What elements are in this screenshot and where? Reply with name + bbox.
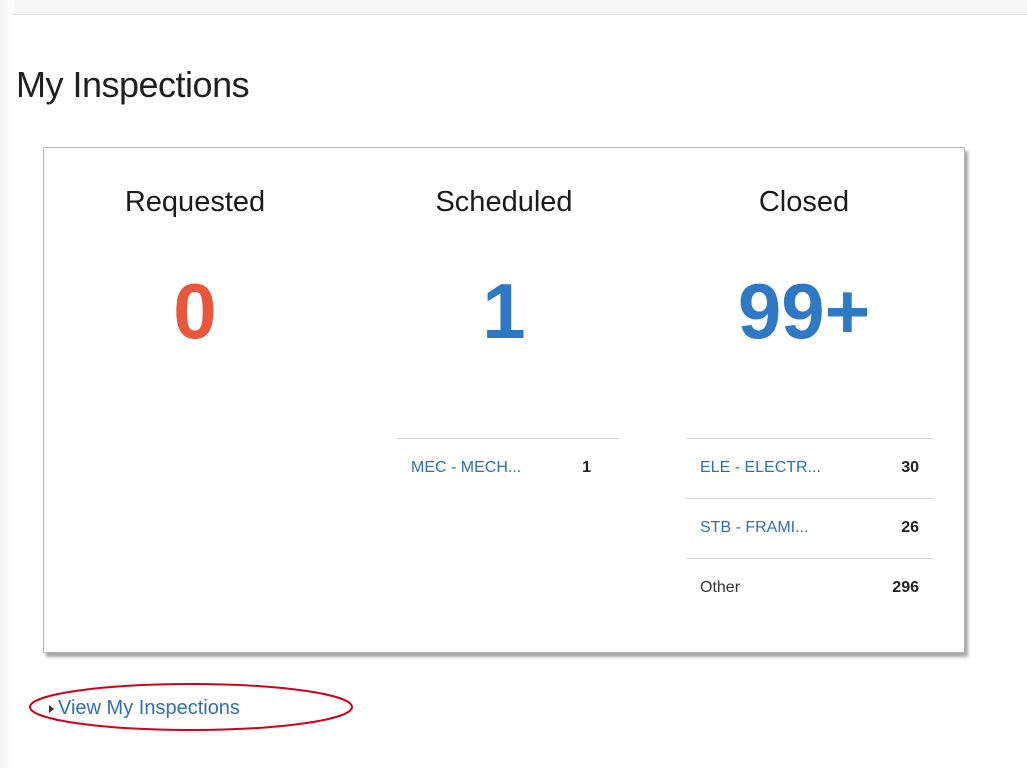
requested-column: Requested 0 bbox=[84, 148, 306, 648]
scheduled-breakdown-list: MEC - MECH... 1 bbox=[397, 438, 619, 499]
scheduled-heading: Scheduled bbox=[435, 186, 573, 218]
list-item: STB - FRAMI... 26 bbox=[686, 499, 933, 559]
list-item: ELE - ELECTR... 30 bbox=[686, 439, 933, 499]
requested-count[interactable]: 0 bbox=[84, 272, 306, 350]
closed-breakdown-list: ELE - ELECTR... 30 STB - FRAMI... 26 Oth… bbox=[686, 438, 933, 619]
scheduled-count[interactable]: 1 bbox=[389, 272, 619, 350]
caret-right-icon bbox=[49, 704, 54, 713]
closed-row-count: 26 bbox=[901, 519, 919, 536]
closed-heading: Closed bbox=[758, 186, 850, 218]
closed-row-label[interactable]: STB - FRAMI... bbox=[700, 519, 808, 537]
scheduled-row-count: 1 bbox=[582, 459, 591, 476]
view-my-inspections-link[interactable]: View My Inspections bbox=[49, 697, 240, 720]
inspections-summary-card: Requested 0 Scheduled 1 MEC - MECH... 1 … bbox=[43, 147, 965, 653]
scheduled-row-label[interactable]: MEC - MECH... bbox=[411, 459, 521, 477]
list-item: MEC - MECH... 1 bbox=[397, 439, 619, 499]
closed-row-label[interactable]: ELE - ELECTR... bbox=[700, 459, 821, 477]
view-link-annotation: View My Inspections bbox=[27, 681, 355, 733]
closed-row-count: 296 bbox=[892, 579, 919, 596]
scheduled-column: Scheduled 1 bbox=[389, 148, 619, 648]
top-band bbox=[0, 0, 1027, 15]
closed-row-label-other: Other bbox=[700, 579, 741, 596]
requested-heading: Requested bbox=[124, 186, 266, 218]
list-item: Other 296 bbox=[686, 559, 933, 619]
page-title: My Inspections bbox=[16, 64, 250, 105]
closed-count[interactable]: 99+ bbox=[689, 272, 919, 350]
view-my-inspections-label: View My Inspections bbox=[58, 697, 240, 719]
page: My Inspections Requested 0 Scheduled 1 M… bbox=[0, 0, 1027, 768]
closed-row-count: 30 bbox=[901, 459, 919, 476]
left-edge bbox=[0, 0, 14, 768]
